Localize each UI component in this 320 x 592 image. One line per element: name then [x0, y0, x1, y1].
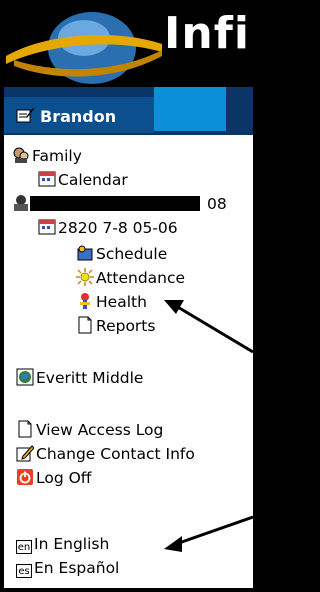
power-icon [17, 469, 33, 485]
name-bar-accent [154, 87, 226, 131]
nav-calendar-label: Calendar [58, 171, 128, 189]
nav-lang-english-label: In English [34, 535, 110, 553]
logo-text: Infi [164, 8, 250, 59]
nav-change-contact-info-label: Change Contact Info [36, 445, 195, 463]
student-name-bar: Brandon [4, 87, 253, 135]
nav-change-contact-info[interactable]: Change Contact Info [16, 444, 195, 464]
student-icon [14, 195, 28, 211]
document-icon [18, 420, 32, 438]
nav-health-label: Health [96, 293, 147, 311]
family-icon [13, 147, 29, 163]
nav-log-off-label: Log Off [36, 469, 92, 487]
nav-school-label: Everitt Middle [36, 369, 144, 387]
logo-icon [6, 12, 162, 84]
nav-student[interactable] [12, 194, 32, 214]
nav-reports[interactable]: Reports [76, 316, 155, 336]
nav-schedule[interactable]: Schedule [76, 244, 167, 264]
logo-bar: Infi [4, 4, 253, 87]
nav-view-access-log[interactable]: View Access Log [16, 420, 163, 440]
redacted-student-name [30, 196, 200, 211]
nav-family[interactable]: Family [12, 146, 82, 166]
student-name[interactable]: Brandon [40, 107, 116, 126]
nav-lang-espanol[interactable]: es En Español [16, 558, 119, 578]
edit-note-icon [16, 108, 34, 123]
nav-calendar[interactable]: Calendar [38, 170, 128, 190]
schedule-icon [77, 245, 93, 261]
calendar-icon [38, 171, 56, 187]
nav-schedule-label: Schedule [96, 245, 168, 263]
nav-reports-label: Reports [96, 317, 156, 335]
lang-es-icon: es [16, 564, 32, 578]
health-icon [80, 293, 90, 309]
edit-icon [16, 445, 34, 462]
nav-section[interactable]: 2820 7-8 05-06 [38, 218, 178, 238]
nav-school[interactable]: Everitt Middle [16, 368, 143, 388]
attendance-icon [76, 268, 94, 286]
lang-en-icon: en [16, 540, 32, 554]
calendar-icon [38, 219, 56, 235]
portal-frame: Infi Brandon Family Calendar 08 2820 7-8… [4, 4, 253, 588]
nav-attendance[interactable]: Attendance [76, 268, 185, 288]
nav-lang-espanol-label: En Español [34, 559, 120, 577]
nav-attendance-label: Attendance [96, 269, 186, 287]
nav-log-off[interactable]: Log Off [16, 468, 92, 488]
nav-view-access-log-label: View Access Log [36, 421, 164, 439]
document-icon [78, 316, 92, 334]
school-globe-icon [16, 368, 34, 386]
nav-lang-english[interactable]: en In English [16, 534, 109, 554]
student-grade-suffix: 08 [207, 195, 227, 213]
nav-family-label: Family [32, 147, 82, 165]
nav-health[interactable]: Health [76, 292, 147, 312]
nav-section-label: 2820 7-8 05-06 [58, 219, 178, 237]
